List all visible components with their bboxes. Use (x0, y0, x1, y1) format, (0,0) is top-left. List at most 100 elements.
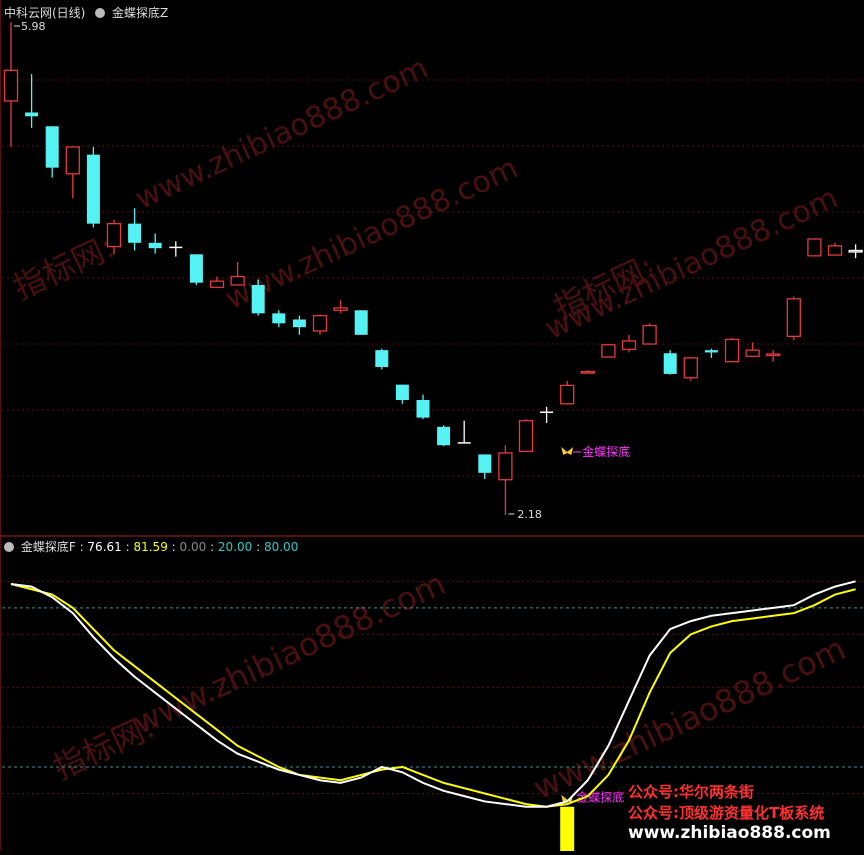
candle-body (45, 126, 59, 168)
signal-bar (560, 806, 575, 851)
candle-body (25, 112, 39, 117)
candle (683, 357, 698, 381)
candle-body (642, 324, 657, 345)
candle (560, 380, 575, 405)
candle (354, 310, 368, 335)
candle-body (148, 242, 162, 249)
watermark: www.zhibiao888.com (127, 564, 451, 742)
signal-label: 金蝶探底 (582, 444, 630, 459)
candle (642, 323, 657, 345)
candle-body (745, 349, 760, 357)
indicator-name-z[interactable]: 金蝶探底Z (112, 6, 168, 20)
candle (272, 310, 286, 328)
candle (189, 254, 203, 285)
candle-body (683, 357, 698, 379)
candle-body (375, 350, 389, 368)
candle-body (128, 223, 142, 243)
candle-body (724, 338, 740, 363)
candle (766, 350, 781, 362)
footer-line-2: 公众号:顶级游资量化T板系统 (628, 804, 825, 822)
footer-line-1: 公众号:华尔两条街 (628, 783, 754, 801)
candle-body (333, 307, 348, 311)
value-zero: 0.00 (179, 540, 207, 554)
candle-body (272, 313, 286, 324)
price-panel-header: 中科云网(日线) 金蝶探底Z (4, 4, 168, 21)
candle (498, 445, 513, 515)
candle (128, 208, 142, 251)
candle-body (478, 454, 492, 473)
candle (601, 344, 616, 358)
candle (745, 342, 760, 357)
candle-body (86, 154, 100, 224)
candle-body (312, 315, 328, 332)
candle (375, 348, 389, 370)
candle-body (621, 340, 637, 351)
watermark-cn: 指标网: (7, 228, 120, 308)
candle (663, 350, 677, 375)
candle (518, 419, 534, 453)
candle-body (395, 384, 409, 400)
gear-icon[interactable] (95, 8, 106, 18)
candle-body (560, 384, 575, 405)
candle-body (437, 426, 451, 446)
candle-body (3, 69, 19, 102)
candle (230, 261, 245, 286)
candle (86, 146, 100, 228)
low-label: 2.18 (517, 508, 542, 521)
candle-body (766, 353, 781, 357)
value-k: 76.61 (87, 540, 122, 554)
candle-body (189, 254, 203, 283)
chart-canvas: www.zhibiao888.comwww.zhibiao888.com www.… (0, 0, 864, 851)
separator: : (256, 540, 264, 554)
candle (704, 348, 718, 358)
candle (827, 242, 843, 256)
candle (333, 300, 348, 314)
candle (457, 420, 471, 444)
candle-body (457, 442, 471, 444)
candle-body (580, 370, 595, 374)
candle (786, 296, 801, 341)
candle-body (540, 411, 554, 413)
candle-body (704, 350, 718, 353)
candle-body (65, 146, 80, 175)
candle-body (786, 298, 801, 338)
stock-title[interactable]: 中科云网(日线) (4, 6, 85, 20)
candle-body (230, 275, 245, 286)
value-d: 81.59 (133, 540, 168, 554)
butterfly-icon (561, 447, 574, 455)
value-20: 20.00 (217, 540, 253, 554)
indicator-label[interactable]: 金蝶探底F (21, 540, 76, 554)
candle (169, 241, 183, 257)
candle (416, 394, 430, 420)
candle (3, 22, 19, 147)
candle-body (827, 245, 843, 256)
indicator-panel-header: 金蝶探底F : 76.61 : 81.59 : 0.00 : 20.00 : 8… (4, 538, 298, 555)
candle (292, 315, 306, 335)
candle (45, 126, 59, 178)
candle (251, 279, 265, 316)
candle-body (209, 280, 225, 288)
watermark: www.zhibiao888.com (130, 51, 433, 217)
separator: : (210, 540, 218, 554)
candle-body (169, 246, 183, 249)
candle (540, 406, 554, 423)
candle-body (498, 452, 513, 481)
candle (25, 74, 39, 128)
candle (478, 454, 492, 479)
candle-body (848, 249, 863, 253)
candle (580, 370, 595, 374)
candle (621, 334, 637, 353)
candle-body (416, 399, 430, 418)
candle-body (663, 353, 677, 374)
candle-body (518, 420, 534, 453)
watermark: www.zhibiao888.com (220, 151, 523, 317)
gear-icon[interactable] (4, 542, 14, 552)
candle-body (354, 310, 368, 335)
separator: : (171, 540, 180, 554)
candle-body (807, 238, 822, 257)
candle-body (251, 284, 265, 314)
chart-window: www.zhibiao888.com www.zhibiao888.com www.… (0, 0, 864, 851)
candle (724, 337, 740, 363)
candle-body (292, 319, 306, 328)
high-label: 5.98 (21, 20, 46, 33)
